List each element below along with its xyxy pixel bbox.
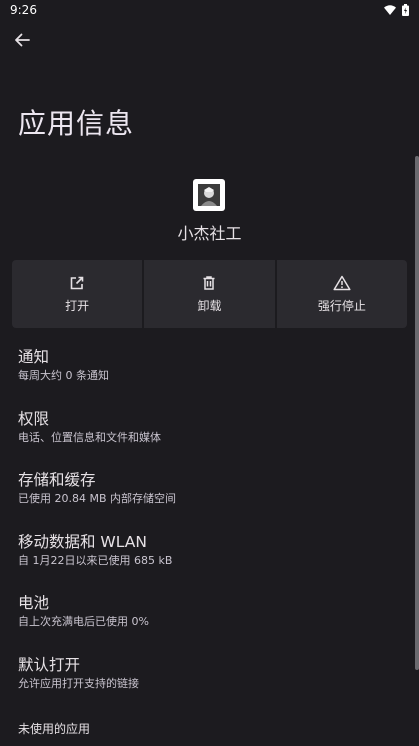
setting-title: 移动数据和 WLAN [18, 532, 147, 551]
setting-subtitle: 每周大约 0 条通知 [18, 369, 109, 382]
status-icons [384, 4, 409, 16]
warning-triangle-icon [333, 275, 351, 290]
setting-subtitle: 允许应用打开支持的链接 [18, 676, 139, 690]
setting-storage[interactable]: 存储和缓存 已使用 20.84 MB 内部存储空间 [18, 469, 398, 531]
open-button[interactable]: 打开 [12, 260, 143, 328]
scrollbar[interactable] [415, 156, 419, 670]
arrow-left-icon [15, 33, 30, 47]
app-name: 小杰社工 [177, 224, 242, 243]
unused-apps-header: 未使用的应用 [18, 722, 91, 736]
page-title: 应用信息 [18, 107, 135, 140]
open-label: 打开 [65, 298, 90, 313]
open-external-icon [70, 276, 84, 289]
setting-notifications[interactable]: 通知 每周大约 0 条通知 [18, 346, 398, 408]
app-icon [193, 179, 225, 211]
status-time: 9:26 [10, 3, 37, 17]
app-actions: 打开 卸载 强行停止 [12, 260, 407, 328]
app-avatar-image [198, 184, 220, 206]
setting-subtitle: 电话、位置信息和文件和媒体 [18, 430, 161, 444]
settings-list: 通知 每周大约 0 条通知 权限 电话、位置信息和文件和媒体 存储和缓存 已使用… [18, 346, 398, 715]
back-button[interactable] [10, 28, 34, 52]
battery-icon [402, 4, 409, 16]
status-bar: 9:26 [0, 0, 419, 20]
setting-permissions[interactable]: 权限 电话、位置信息和文件和媒体 [18, 408, 398, 470]
uninstall-label: 卸载 [197, 298, 222, 313]
setting-title: 通知 [18, 348, 50, 366]
setting-title: 电池 [18, 594, 50, 612]
force-stop-label: 强行停止 [317, 298, 366, 313]
force-stop-button[interactable]: 强行停止 [276, 260, 407, 328]
setting-title: 权限 [18, 409, 50, 428]
setting-mobile-data[interactable]: 移动数据和 WLAN 自 1月22日以来已使用 685 kB [18, 531, 398, 593]
setting-open-by-default[interactable]: 默认打开 允许应用打开支持的链接 [18, 654, 398, 716]
trash-icon [203, 275, 215, 290]
setting-subtitle: 自上次充满电后已使用 0% [18, 615, 149, 628]
setting-title: 存储和缓存 [18, 471, 96, 489]
setting-battery[interactable]: 电池 自上次充满电后已使用 0% [18, 592, 398, 654]
uninstall-button[interactable]: 卸载 [144, 260, 275, 328]
setting-title: 默认打开 [18, 655, 81, 674]
wifi-icon [384, 5, 396, 15]
setting-subtitle: 已使用 20.84 MB 内部存储空间 [18, 492, 177, 505]
setting-subtitle: 自 1月22日以来已使用 685 kB [18, 553, 173, 567]
